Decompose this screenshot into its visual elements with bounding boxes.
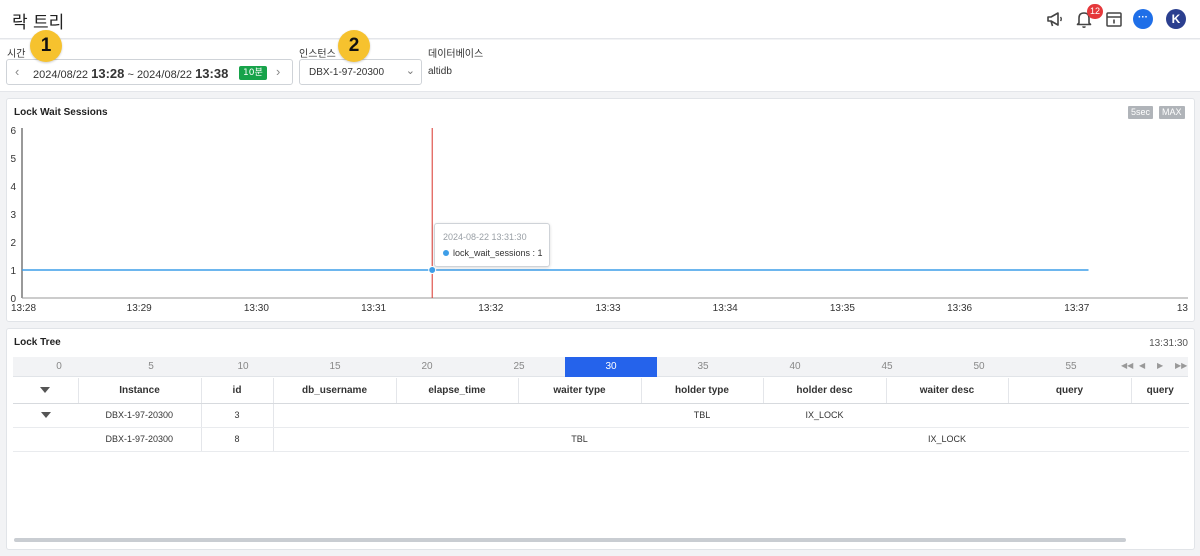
end-date: 2024/08/22 [136, 69, 192, 81]
x-tick-label: 13:37 [1064, 303, 1089, 314]
megaphone-icon[interactable] [1045, 9, 1065, 29]
instance-value: DBX-1-97-20300 [309, 67, 385, 78]
notification-badge: 12 [1087, 4, 1104, 19]
cell-waiter-desc: IX_LOCK [886, 427, 1008, 452]
column-header-elapse-time[interactable]: elapse_time [396, 378, 519, 404]
start-date: 2024/08/22 [33, 69, 89, 81]
cell-holder-type: TBL [641, 403, 763, 428]
cell-id: 8 [201, 427, 274, 452]
instance-select[interactable]: DBX-1-97-20300 ⌄ [299, 59, 422, 85]
column-header-db-username[interactable]: db_username [273, 378, 397, 404]
timeline-tick-0[interactable]: 0 [13, 361, 105, 372]
column-header-waiter-type[interactable]: waiter type [518, 378, 642, 404]
next-range-icon[interactable]: › [276, 64, 280, 79]
timeline-tick-50[interactable]: 50 [933, 361, 1025, 372]
expand-arrow-icon[interactable] [40, 412, 51, 418]
user-avatar[interactable]: K [1166, 9, 1186, 29]
tooltip-series-value: lock_wait_sessions : 1 [453, 248, 543, 258]
expand-toggle[interactable] [13, 403, 78, 428]
range-duration-badge[interactable]: 10분 [239, 66, 267, 80]
interval-chip[interactable]: 5sec [1128, 106, 1154, 119]
prev-page-icon[interactable]: ◀ [1139, 361, 1145, 370]
prev-range-icon[interactable]: ‹ [15, 64, 19, 79]
y-tick-label: 5 [10, 154, 16, 165]
cell-instance: DBX-1-97-20300 [78, 427, 202, 452]
end-time: 13:38 [195, 66, 229, 81]
first-page-icon[interactable]: ◀◀ [1121, 361, 1133, 370]
x-tick-label: 13:29 [127, 303, 152, 314]
filter-bar: 시간 ‹ 2024/08/22 13:28 ~ 2024/08/22 13:38… [0, 40, 1200, 92]
cell-waiter-type: TBL [518, 427, 641, 452]
lock-wait-sessions-title: Lock Wait Sessions [14, 107, 108, 118]
page-title: 락 트리 [12, 13, 65, 33]
timeline-tick-30[interactable]: 30 [565, 357, 657, 377]
horizontal-scrollbar[interactable] [14, 538, 1126, 542]
timeline-tick-5[interactable]: 5 [105, 361, 197, 372]
timeline-tick-35[interactable]: 35 [657, 361, 749, 372]
timeline-tick-55[interactable]: 55 [1025, 361, 1117, 372]
column-header-holder-desc[interactable]: holder desc [763, 378, 887, 404]
table-header-row: Instance id db_username elapse_time wait… [13, 378, 1189, 404]
lock-tree-timestamp: 13:31:30 [1149, 338, 1188, 349]
cell-instance: DBX-1-97-20300 [78, 403, 202, 428]
table-row[interactable]: DBX-1-97-20300 8 TBL IX_LOCK [13, 427, 1189, 452]
database-label: 데이터베이스 [428, 49, 484, 60]
highlight-data-point [428, 266, 437, 274]
top-bar: 락 트리 12 ··· K [0, 0, 1200, 39]
chevron-down-icon: ⌄ [405, 65, 415, 77]
timeline-tick-45[interactable]: 45 [841, 361, 933, 372]
range-separator: ~ [127, 69, 134, 81]
x-tick-label: 13:31 [361, 303, 386, 314]
chat-icon[interactable]: ··· [1133, 9, 1153, 29]
lock-tree-table: Instance id db_username elapse_time wait… [13, 378, 1189, 452]
x-tick-label: 13:34 [713, 303, 738, 314]
cell-id: 3 [201, 403, 274, 428]
column-header-query[interactable]: query [1008, 378, 1132, 404]
timeline-tick-15[interactable]: 15 [289, 361, 381, 372]
aggregate-chip[interactable]: MAX [1159, 106, 1185, 119]
x-tick-label: 13:28 [11, 303, 36, 314]
timeline-tick-20[interactable]: 20 [381, 361, 473, 372]
y-tick-label: 4 [10, 182, 16, 193]
tooltip-series-dot [443, 250, 449, 256]
column-header-waiter-desc[interactable]: waiter desc [886, 378, 1009, 404]
chart-tooltip: 2024-08-22 13:31:30 lock_wait_sessions :… [434, 223, 550, 267]
timeline-slider[interactable]: 0 5 10 15 20 25 30 35 40 45 50 55 ◀◀ ◀ ▶ ▶▶ [13, 357, 1188, 377]
column-header-query-2[interactable]: query [1131, 378, 1189, 404]
lock-wait-chart: 012345613:28 13:29 13:30 13:31 13:32 13:33 13:… [10, 126, 1189, 314]
table-row[interactable]: DBX-1-97-20300 3 TBL IX_LOCK [13, 403, 1189, 428]
tooltip-time: 2024-08-22 13:31:30 [443, 232, 527, 242]
time-label: 시간 [7, 49, 26, 60]
x-tick-label: 13:36 [947, 303, 972, 314]
y-tick-label: 1 [10, 266, 16, 277]
start-time: 13:28 [91, 66, 125, 81]
x-tick-label: 13:30 [244, 303, 269, 314]
lock-tree-title: Lock Tree [14, 337, 61, 348]
database-value: altidb [428, 66, 452, 77]
timeline-tick-10[interactable]: 10 [197, 361, 289, 372]
timeline-tick-40[interactable]: 40 [749, 361, 841, 372]
timeline-tick-25[interactable]: 25 [473, 361, 565, 372]
x-tick-label: 13:33 [595, 303, 620, 314]
time-range-picker[interactable]: ‹ 2024/08/22 13:28 ~ 2024/08/22 13:38 10… [6, 59, 293, 85]
callout-marker-2: 2 [338, 30, 370, 62]
time-range-text: 2024/08/22 13:28 ~ 2024/08/22 13:38 [33, 66, 228, 81]
column-header-holder-type[interactable]: holder type [641, 378, 764, 404]
column-header-id[interactable]: id [201, 378, 274, 404]
x-tick-label: 13:35 [830, 303, 855, 314]
cell-holder-desc: IX_LOCK [763, 403, 886, 428]
y-tick-label: 3 [10, 210, 16, 221]
y-tick-label: 2 [10, 238, 16, 249]
x-tick-label: 13 [1177, 303, 1189, 314]
instance-label: 인스턴스 [299, 49, 336, 60]
next-page-icon[interactable]: ▶ [1157, 361, 1163, 370]
expand-column-header[interactable] [13, 378, 79, 404]
y-tick-label: 6 [10, 126, 16, 137]
last-page-icon[interactable]: ▶▶ [1175, 361, 1187, 370]
column-header-instance[interactable]: Instance [78, 378, 202, 404]
callout-marker-1: 1 [30, 30, 62, 62]
calendar-icon[interactable] [1104, 9, 1124, 29]
collapse-all-icon[interactable] [40, 386, 51, 393]
x-tick-label: 13:32 [478, 303, 503, 314]
